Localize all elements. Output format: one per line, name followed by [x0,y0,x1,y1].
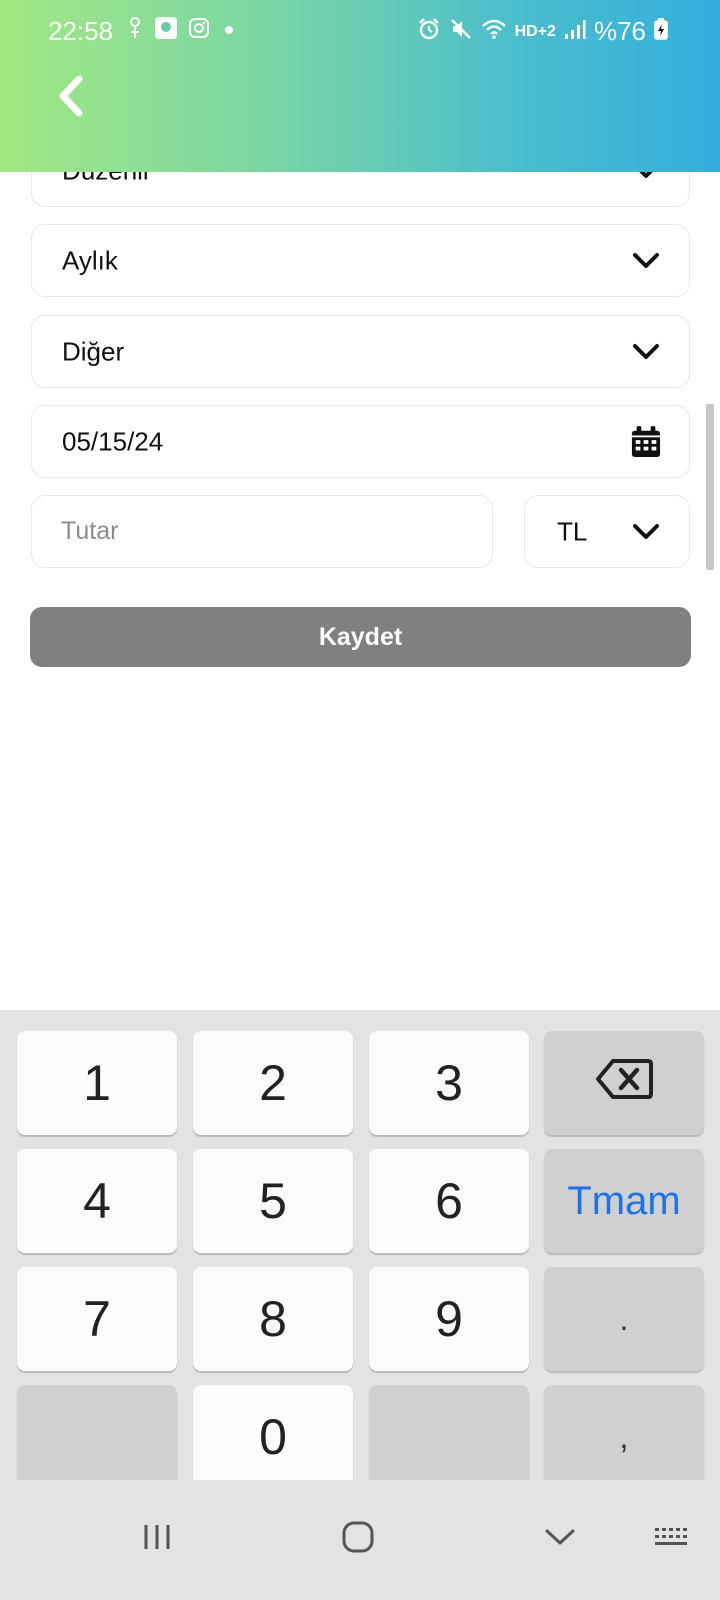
battery-percent: %76 [593,16,646,46]
date-value: 05/15/24 [62,426,164,456]
battery-icon [654,18,668,45]
category-value: Diğer [62,336,125,366]
frequency-value: Aylık [62,245,118,275]
backspace-icon [595,1054,653,1112]
home-button[interactable] [333,1516,383,1562]
save-button[interactable]: Kaydet [30,607,691,667]
wifi-icon [481,18,507,45]
hd-label: HD+2 [514,22,556,40]
back-button[interactable] [50,74,90,122]
keyboard-switch-button[interactable] [650,1516,694,1562]
status-right-icons: HD+2 %76 [417,16,668,47]
done-key[interactable]: Tmam [544,1149,704,1253]
key-period[interactable]: . [544,1267,704,1371]
key-comma[interactable]: , [544,1385,704,1489]
recent-apps-icon [142,1523,172,1556]
status-left-icons [126,16,238,45]
key-2[interactable]: 2 [193,1031,353,1135]
recent-apps-button[interactable] [132,1516,182,1562]
system-navbar [0,1480,720,1600]
calendar-icon[interactable] [631,425,661,457]
alarm-icon [417,17,441,46]
app-header: 22:58 HD+2 %76 [0,0,720,172]
app-icon [154,16,178,45]
key-0[interactable]: 0 [193,1385,353,1489]
key-6[interactable]: 6 [369,1149,529,1253]
back-down-icon [543,1526,577,1553]
chevron-down-icon [631,337,661,367]
frequency-select[interactable]: Aylık [31,224,690,297]
amount-field[interactable] [31,495,493,568]
chevron-down-icon [631,246,661,276]
instagram-icon [188,17,210,44]
currency-value: TL [557,516,588,546]
key-8[interactable]: 8 [193,1267,353,1371]
amount-input[interactable] [32,496,492,567]
chevron-down-icon [631,517,661,547]
status-bar: 22:58 HD+2 %76 [0,10,720,50]
network-icon [126,16,144,45]
backspace-key[interactable] [544,1031,704,1135]
key-empty-left [17,1385,177,1489]
currency-select[interactable]: TL [524,495,690,568]
key-9[interactable]: 9 [369,1267,529,1371]
date-field[interactable]: 05/15/24 [31,405,690,478]
back-down-button[interactable] [535,1516,585,1562]
signal-icon [564,18,586,45]
key-5[interactable]: 5 [193,1149,353,1253]
dot-icon [220,22,238,40]
category-select[interactable]: Diğer [31,315,690,388]
scrollbar[interactable] [706,404,714,570]
key-3[interactable]: 3 [369,1031,529,1135]
key-1[interactable]: 1 [17,1031,177,1135]
key-7[interactable]: 7 [17,1267,177,1371]
key-empty-right [369,1385,529,1489]
keyboard-icon [654,1526,690,1553]
status-time: 22:58 [48,16,114,46]
chevron-left-icon [55,75,85,122]
mute-icon [449,17,473,46]
key-4[interactable]: 4 [17,1149,177,1253]
home-icon [341,1520,375,1559]
